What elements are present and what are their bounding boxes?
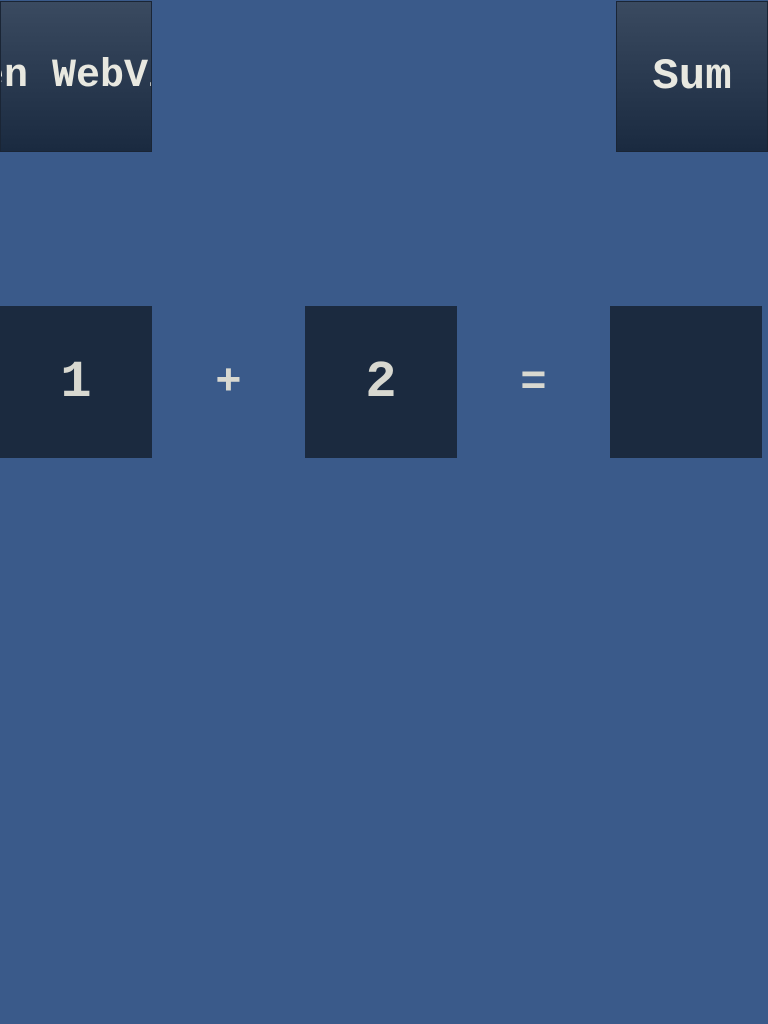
- operand2-input[interactable]: 2: [305, 306, 457, 458]
- sum-button[interactable]: Sum: [616, 1, 768, 152]
- row-1: 1 + 2: [0, 306, 457, 459]
- row-2: =: [457, 306, 762, 459]
- result-output: [610, 306, 762, 458]
- operand1-input[interactable]: 1: [0, 306, 152, 458]
- equals-label: =: [457, 306, 610, 459]
- open-webview-button[interactable]: Open WebView: [0, 1, 152, 152]
- plus-label: +: [152, 306, 305, 459]
- calculator-grid: 1 + 2 =: [0, 306, 762, 459]
